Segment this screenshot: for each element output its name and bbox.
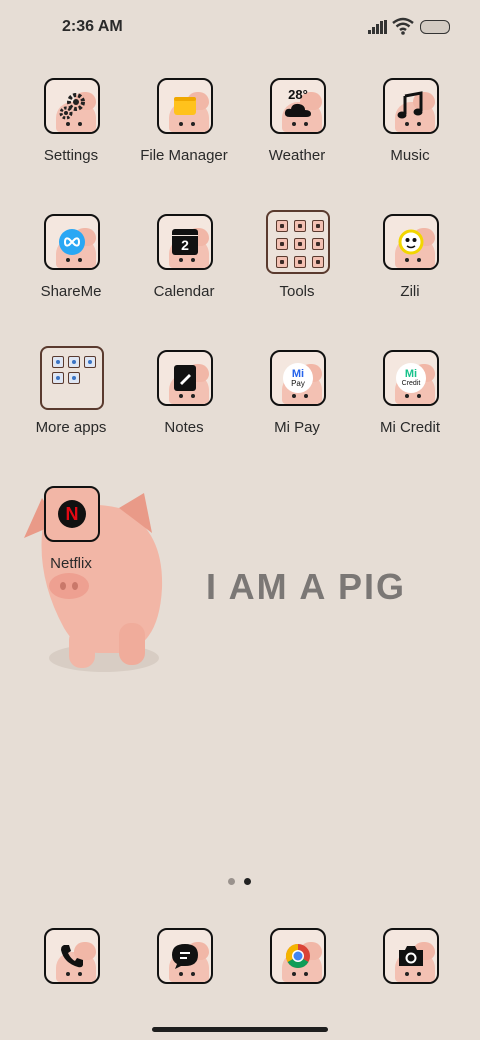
- home-indicator-bar[interactable]: [152, 1027, 328, 1032]
- music-tile[interactable]: [383, 78, 439, 134]
- notes-icon: [174, 365, 196, 391]
- app-label: Music: [390, 147, 430, 164]
- mi-credit-icon: Mi Credit: [396, 363, 426, 393]
- notes-tile[interactable]: [157, 350, 213, 406]
- file-manager-tile[interactable]: [157, 78, 213, 134]
- mi-pay-icon: Mi Pay: [283, 363, 313, 393]
- weather-tile[interactable]: 28°: [270, 78, 326, 134]
- app-label: Netflix: [50, 555, 92, 572]
- settings-tile[interactable]: [44, 78, 100, 134]
- battery-icon: [420, 20, 450, 34]
- phone-icon: [61, 945, 83, 968]
- mi-credit-tile[interactable]: Mi Credit: [383, 350, 439, 406]
- netflix-tile[interactable]: N: [44, 486, 100, 542]
- weather-temp: 28°: [288, 86, 308, 102]
- camera-icon: [399, 946, 423, 966]
- signal-icon: [368, 20, 387, 34]
- zili-face-icon: [398, 229, 424, 255]
- cloud-icon: [284, 103, 311, 117]
- app-label: Mi Pay: [274, 419, 320, 436]
- message-icon: [172, 944, 198, 969]
- gear-icon: [59, 93, 85, 120]
- page-indicator[interactable]: [226, 878, 256, 886]
- app-label: Notes: [164, 419, 204, 436]
- wallpaper-tagline: I AM A PIG: [206, 566, 406, 607]
- calendar-icon: 2: [172, 229, 198, 255]
- dock-chrome[interactable]: [270, 928, 326, 984]
- app-label: More apps: [35, 419, 107, 436]
- calendar-tile[interactable]: 2: [157, 214, 213, 270]
- more-apps-folder[interactable]: [40, 346, 104, 410]
- dock-phone[interactable]: [44, 928, 100, 984]
- app-label: Mi Credit: [379, 419, 440, 436]
- netflix-badge: N: [65, 503, 79, 524]
- shareme-tile[interactable]: [44, 214, 100, 270]
- netflix-icon: N: [58, 500, 86, 528]
- mi-credit-badge: Credit: [401, 379, 421, 387]
- app-label: Tools: [279, 283, 315, 300]
- folder-grid-icon: [276, 220, 324, 268]
- dock-messaging[interactable]: [157, 928, 213, 984]
- infinity-icon: [59, 229, 85, 255]
- page-dot-1[interactable]: [228, 878, 235, 885]
- wifi-icon: [392, 17, 414, 35]
- app-label: Zili: [400, 283, 420, 300]
- app-label: Weather: [268, 147, 326, 164]
- dock-camera[interactable]: [383, 928, 439, 984]
- app-label: File Manager: [140, 147, 228, 164]
- zili-tile[interactable]: [383, 214, 439, 270]
- status-bar: 2:36 AM: [0, 0, 480, 52]
- page-dot-2-active[interactable]: [244, 878, 251, 885]
- calendar-day: 2: [181, 237, 189, 253]
- tools-folder[interactable]: [266, 210, 330, 274]
- mi-pay-badge: Pay: [291, 378, 305, 388]
- music-note-icon: [397, 91, 423, 119]
- app-label: ShareMe: [40, 283, 102, 300]
- folder-icon: [174, 97, 196, 115]
- status-time: 2:36 AM: [62, 18, 123, 35]
- app-label: Settings: [43, 147, 99, 164]
- app-label: Calendar: [153, 283, 215, 300]
- folder-grid-icon: [52, 356, 96, 384]
- chrome-icon: [285, 944, 310, 969]
- mi-pay-tile[interactable]: Mi Pay: [270, 350, 326, 406]
